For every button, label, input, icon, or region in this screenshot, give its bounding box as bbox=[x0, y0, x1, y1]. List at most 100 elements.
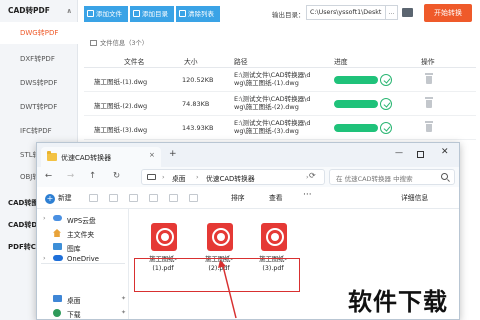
rename-icon[interactable] bbox=[149, 194, 158, 202]
chevron-up-icon: ∧ bbox=[66, 7, 72, 15]
up-arrow-icon[interactable]: ↑ bbox=[89, 171, 96, 181]
nav-label: 桌面 bbox=[67, 297, 81, 305]
output-dir-input[interactable]: C:\Users\yssoft1\Deskt bbox=[306, 5, 386, 20]
sidebar-item-dwg-pdf[interactable]: DWG转PDF bbox=[0, 22, 78, 44]
search-icon bbox=[441, 173, 448, 180]
pin-icon: ✦ bbox=[121, 309, 127, 316]
progress-bar bbox=[334, 76, 378, 84]
file-size-cell: 143.93KB bbox=[182, 124, 214, 132]
explorer-tab-title: 优速CAD转换器 bbox=[61, 154, 112, 162]
table-row[interactable]: 施工图纸-(1).dwg 120.52KB E:\测试文件\CAD转换器\d w… bbox=[84, 68, 476, 92]
sort-button[interactable]: 排序 bbox=[231, 192, 245, 202]
close-tab-icon[interactable]: × bbox=[149, 151, 155, 159]
new-button[interactable]: + 新建 bbox=[45, 192, 72, 204]
start-convert-button[interactable]: 开始转换 bbox=[424, 4, 472, 22]
new-tab-button[interactable]: + bbox=[169, 149, 177, 159]
close-window-icon[interactable]: ✕ bbox=[441, 147, 449, 157]
file-name-cell: 施工图纸-(1).dwg bbox=[94, 78, 148, 86]
address-bar-row: ← → ↑ ↻ › 桌面 › 优速CAD转换器 › ⟳ 在 优速CAD转换器 中… bbox=[37, 167, 459, 187]
address-bar[interactable]: › 桌面 › 优速CAD转换器 › bbox=[141, 169, 325, 185]
add-folder-label: 添加目录 bbox=[142, 10, 168, 18]
check-icon bbox=[380, 98, 392, 110]
column-header-size[interactable]: 大小 bbox=[184, 56, 198, 66]
clear-list-button[interactable]: 清除列表 bbox=[176, 6, 220, 22]
add-file-label: 添加文件 bbox=[96, 10, 122, 18]
check-icon bbox=[380, 74, 392, 86]
forward-arrow-icon[interactable]: → bbox=[67, 171, 74, 181]
table-row[interactable]: 施工图纸-(2).dwg 74.83KB E:\测试文件\CAD转换器\d wg… bbox=[84, 92, 476, 116]
file-path-line1: E:\测试文件\CAD转换器\d bbox=[234, 119, 311, 127]
file-info-label: 文件信息（3个） bbox=[90, 38, 148, 47]
nav-item-downloads[interactable]: 下载 ✦ bbox=[37, 307, 129, 319]
trash-icon[interactable] bbox=[425, 73, 433, 84]
breadcrumb-folder[interactable]: 优速CAD转换器 bbox=[206, 173, 255, 183]
pin-icon: ✦ bbox=[121, 295, 127, 302]
nav-label: 下载 bbox=[67, 311, 81, 319]
trash-icon[interactable] bbox=[425, 121, 433, 132]
gallery-icon bbox=[53, 243, 62, 250]
pdf-icon bbox=[261, 223, 287, 251]
chevron-right-icon: › bbox=[196, 173, 199, 181]
file-path-cell: E:\测试文件\CAD转换器\d wg\施工图纸-(3).dwg bbox=[234, 119, 310, 135]
file-name-cell: 施工图纸-(3).dwg bbox=[94, 126, 148, 134]
sidebar-item-dxf-pdf[interactable]: DXF转PDF bbox=[0, 48, 78, 70]
chevron-right-icon: › bbox=[162, 173, 165, 181]
column-header-name[interactable]: 文件名 bbox=[124, 56, 144, 66]
chevron-right-icon: › bbox=[43, 254, 46, 262]
back-arrow-icon[interactable]: ← bbox=[45, 171, 52, 181]
output-dir-browse-button[interactable]: ... bbox=[386, 5, 398, 20]
trash-icon[interactable] bbox=[425, 97, 433, 108]
sidebar-item-dws-pdf[interactable]: DWS转PDF bbox=[0, 72, 78, 94]
search-input[interactable]: 在 优速CAD转换器 中搜索 bbox=[336, 173, 413, 183]
command-bar: + 新建 排序 查看 ··· 详细信息 bbox=[37, 187, 459, 209]
share-icon[interactable] bbox=[169, 194, 178, 202]
column-header-progress[interactable]: 进度 bbox=[334, 56, 348, 66]
sidebar-item-ifc-pdf[interactable]: IFC转PDF bbox=[0, 120, 78, 142]
output-dir-label: 输出目录： bbox=[272, 11, 305, 19]
nav-item-wps[interactable]: › WPS云盘 bbox=[37, 213, 129, 226]
column-header-actions[interactable]: 操作 bbox=[421, 56, 435, 66]
paste-icon[interactable] bbox=[129, 194, 138, 202]
nav-label: 图库 bbox=[67, 245, 81, 253]
desktop-icon bbox=[53, 295, 62, 302]
progress-bar bbox=[334, 100, 378, 108]
table-row[interactable]: 施工图纸-(3).dwg 143.93KB E:\测试文件\CAD转换器\d w… bbox=[84, 116, 476, 140]
add-folder-icon bbox=[133, 10, 140, 17]
open-folder-icon[interactable] bbox=[402, 8, 413, 17]
explorer-tab[interactable]: 优速CAD转换器 × bbox=[41, 147, 161, 167]
file-info-text: 文件信息（3个） bbox=[100, 40, 149, 47]
column-header-path[interactable]: 路径 bbox=[234, 56, 248, 66]
file-path-line1: E:\测试文件\CAD转换器\d bbox=[234, 71, 311, 79]
file-path-line2: wg\施工图纸-(1).dwg bbox=[234, 79, 299, 87]
minimize-icon[interactable]: — bbox=[395, 148, 403, 157]
add-folder-button[interactable]: 添加目录 bbox=[130, 6, 174, 22]
nav-item-onedrive[interactable]: › OneDrive bbox=[37, 253, 129, 266]
add-file-button[interactable]: 添加文件 bbox=[84, 6, 128, 22]
address-refresh-icon[interactable]: ⟳ bbox=[309, 171, 316, 180]
home-icon bbox=[53, 229, 61, 237]
refresh-icon[interactable]: ↻ bbox=[113, 171, 120, 181]
nav-divider bbox=[41, 263, 125, 264]
table-header: 文件名 大小 路径 进度 操作 bbox=[84, 54, 476, 68]
details-button[interactable]: 详细信息 bbox=[401, 192, 428, 202]
search-box[interactable]: 在 优速CAD转换器 中搜索 bbox=[329, 169, 455, 185]
file-path-line2: wg\施工图纸-(3).dwg bbox=[234, 127, 299, 135]
progress-bar bbox=[334, 124, 378, 132]
file-size-cell: 120.52KB bbox=[182, 76, 214, 84]
file-path-line2: wg\施工图纸-(2).dwg bbox=[234, 103, 299, 111]
cut-icon[interactable] bbox=[89, 194, 98, 202]
cloud-icon bbox=[53, 215, 62, 221]
more-options-button[interactable]: ··· bbox=[303, 190, 312, 200]
sidebar-item-dwt-pdf[interactable]: DWT转PDF bbox=[0, 96, 78, 118]
folder-icon bbox=[47, 151, 57, 161]
copy-icon[interactable] bbox=[109, 194, 118, 202]
view-button[interactable]: 查看 bbox=[269, 192, 283, 202]
nav-item-desktop[interactable]: 桌面 ✦ bbox=[37, 293, 129, 306]
explorer-titlebar: 优速CAD转换器 × + — ✕ bbox=[37, 143, 459, 167]
nav-item-home[interactable]: 主文件夹 bbox=[37, 227, 129, 240]
sidebar-header-cad-to-pdf[interactable]: CAD转PDF ∧ bbox=[0, 0, 78, 22]
file-info-icon bbox=[90, 40, 97, 46]
maximize-icon[interactable] bbox=[417, 151, 424, 158]
delete-icon[interactable] bbox=[189, 194, 198, 202]
breadcrumb-desktop[interactable]: 桌面 bbox=[172, 173, 186, 183]
